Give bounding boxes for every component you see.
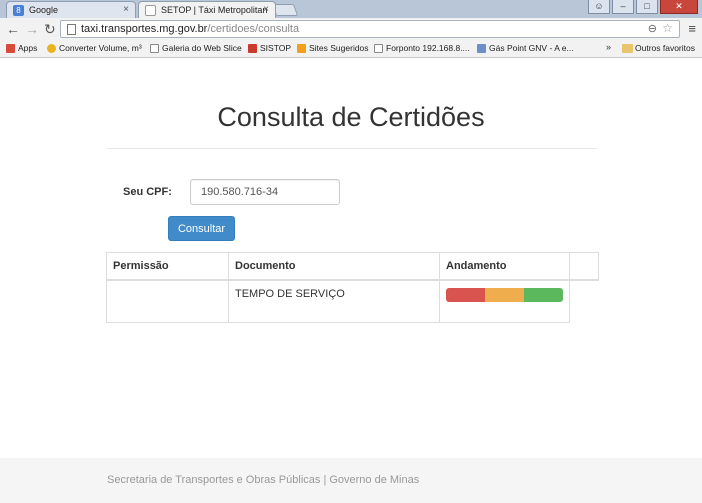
column-header-documento: Documento (228, 252, 440, 281)
bookmark-label: Converter Volume, m³ (59, 43, 142, 53)
cpf-input[interactable] (190, 179, 340, 205)
page-title: Consulta de Certidões (217, 102, 485, 132)
bookmark-label: Galeria do Web Slice (162, 43, 242, 53)
close-window-button[interactable]: ✕ (660, 0, 698, 14)
bookmark-other-folder[interactable]: Outros favoritos (622, 43, 695, 53)
bookmark-label: SISTOP (260, 43, 292, 53)
zoom-icon[interactable]: ⊖ (648, 22, 657, 35)
bookmark-converter[interactable]: Converter Volume, m³ (47, 43, 142, 53)
forward-arrow-icon[interactable]: → (25, 21, 39, 37)
page-icon (374, 44, 383, 53)
progress-bar (446, 287, 563, 302)
maximize-button[interactable]: □ (636, 0, 658, 14)
window-controls: ☺ – □ ✕ (588, 0, 698, 16)
bookmark-label: Gás Point GNV - A e... (489, 43, 574, 53)
suggested-sites-icon (297, 44, 306, 53)
progress-segment (484, 287, 524, 302)
bookmark-suggested-sites[interactable]: Sites Sugeridos (297, 43, 369, 53)
apps-grid-icon (6, 44, 15, 53)
page-icon (145, 5, 156, 16)
address-bar[interactable]: taxi.transportes.mg.gov.br/certidoes/con… (60, 20, 680, 38)
bookmark-forponto[interactable]: Forponto 192.168.8.... (374, 43, 470, 53)
page-icon (67, 24, 76, 35)
profile-icon[interactable]: ☺ (588, 0, 610, 14)
reload-icon[interactable]: ↻ (44, 21, 56, 37)
column-header-permissao: Permissão (106, 252, 229, 281)
progress-segment (446, 287, 485, 302)
tab-strip: 8 Google × SETOP | Táxi Metropolitan × ☺… (0, 0, 702, 18)
folder-icon (622, 44, 633, 53)
url-path: /certidoes/consulta (207, 23, 300, 35)
consultar-button[interactable]: Consultar (168, 216, 235, 241)
cell-andamento (439, 279, 570, 323)
certidoes-table: Permissão Documento Andamento TEMPO DE S… (106, 252, 599, 323)
bookmark-label: Forponto 192.168.8.... (386, 43, 470, 53)
column-header-extra (569, 252, 599, 281)
bookmark-web-slice[interactable]: Galeria do Web Slice (150, 43, 242, 53)
progress-segment (523, 287, 563, 302)
cpf-label: Seu CPF: (123, 186, 172, 198)
google-g-icon: 8 (13, 5, 24, 16)
footer: Secretaria de Transportes e Obras Públic… (0, 458, 702, 503)
bookmark-star-icon[interactable]: ☆ (662, 21, 673, 35)
bookmarks-overflow-icon[interactable]: » (606, 42, 611, 52)
browser-chrome: 8 Google × SETOP | Táxi Metropolitan × ☺… (0, 0, 702, 58)
table-header-row: Permissão Documento Andamento (106, 252, 599, 281)
cell-permissao (106, 279, 229, 323)
menu-icon[interactable]: ≡ (688, 21, 696, 36)
bookmark-apps[interactable]: Apps (6, 43, 37, 53)
bookmarks-bar: Apps Converter Volume, m³ Galeria do Web… (0, 40, 702, 58)
url-host: taxi.transportes.mg.gov.br (81, 23, 208, 35)
bookmark-sistop[interactable]: SISTOP (248, 43, 291, 53)
tab-title: SETOP | Táxi Metropolitan (161, 5, 268, 15)
column-header-andamento: Andamento (439, 252, 570, 281)
bookmark-gas-point[interactable]: Gás Point GNV - A e... (477, 43, 574, 53)
page-icon (150, 44, 159, 53)
table-row: TEMPO DE SERVIÇO (106, 279, 599, 323)
bookmark-label: Apps (18, 43, 38, 53)
bookmark-label: Outros favoritos (635, 43, 695, 53)
divider (107, 148, 597, 149)
back-arrow-icon[interactable]: ← (6, 21, 20, 37)
minimize-button[interactable]: – (612, 0, 634, 14)
bookmark-label: Sites Sugeridos (309, 43, 369, 53)
tab-title: Google (29, 5, 59, 15)
converter-icon (47, 44, 56, 53)
tab-google[interactable]: 8 Google × (6, 1, 136, 18)
cell-extra (569, 279, 599, 323)
close-icon[interactable]: × (123, 4, 129, 15)
gas-point-icon (477, 44, 486, 53)
close-icon[interactable]: × (263, 4, 269, 15)
tab-setop[interactable]: SETOP | Táxi Metropolitan × (138, 1, 276, 18)
sistop-icon (248, 44, 257, 53)
browser-toolbar: ← → ↻ taxi.transportes.mg.gov.br/certido… (0, 18, 702, 40)
footer-text: Secretaria de Transportes e Obras Públic… (107, 474, 420, 486)
cell-documento: TEMPO DE SERVIÇO (228, 279, 440, 323)
